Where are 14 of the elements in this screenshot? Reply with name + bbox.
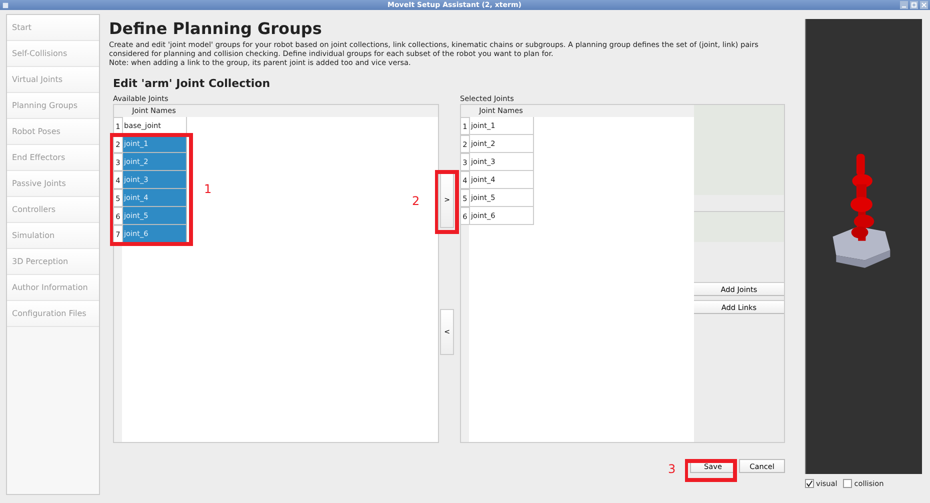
maximize-icon[interactable] [910,1,918,9]
annotation-frame [685,459,737,482]
annotation-number: 3 [668,462,676,476]
close-icon[interactable] [920,1,928,9]
3d-viewer[interactable] [805,19,922,474]
section-title: Edit 'arm' Joint Collection [113,77,272,90]
annotation-number: 2 [412,194,420,208]
annotation-frame [435,170,459,234]
minimize-icon[interactable] [900,1,908,9]
checkbox[interactable] [843,479,852,488]
page-title: Define Planning Groups [109,19,323,40]
annotation-number: 1 [204,182,212,196]
checkbox[interactable] [805,479,814,488]
app-icon [2,2,9,8]
